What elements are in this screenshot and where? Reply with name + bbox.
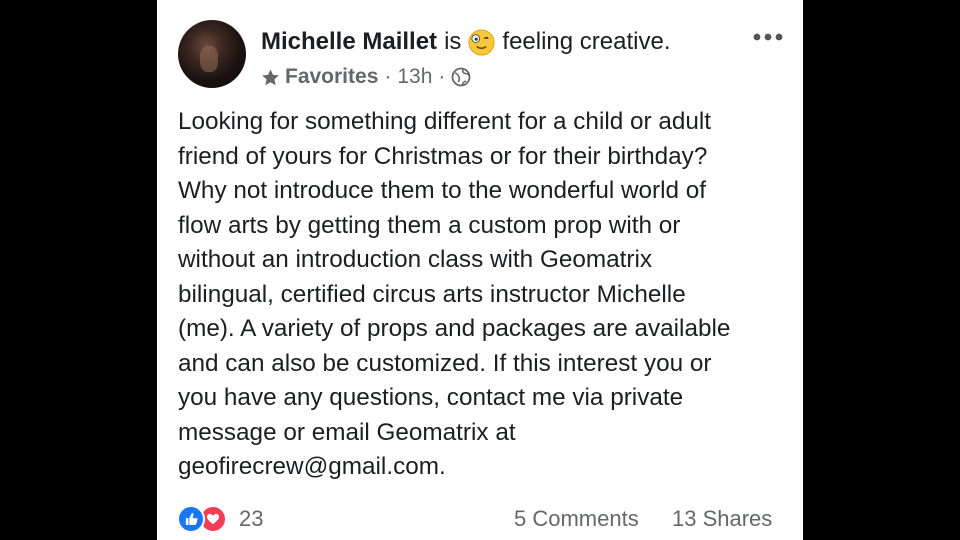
audience-label[interactable]: Favorites [285,65,378,89]
timestamp[interactable]: 13h [397,65,432,89]
meta-separator: · [384,65,392,88]
meta-separator: · [438,65,446,88]
shares-count[interactable]: 13 Shares [672,506,772,532]
author-name[interactable]: Michelle Maillet [261,28,437,56]
facebook-post: Michelle Maillet is feeling creative. Fa… [157,0,803,540]
post-body-line: you have any questions, contact me via p… [178,384,684,411]
post-body-line: without an introduction class with Geoma… [178,246,653,273]
reactions-summary[interactable]: 23 [177,504,263,534]
post-body-line: bilingual, certified circus arts instruc… [178,280,686,308]
reaction-count: 23 [239,506,264,531]
star-icon [262,68,279,85]
post-body-line: (me). A variety of props and packages ar… [178,315,731,342]
post-body-line: flow arts by getting them a custom prop … [178,211,681,239]
post-body-line: Looking for something different for a ch… [178,108,712,135]
globe-icon[interactable] [451,67,471,87]
post-body-line: message or email Geomatrix at [178,418,516,446]
post-body: Looking for something different for a ch… [178,105,788,485]
like-icon [177,505,205,533]
is-word: is [444,28,462,55]
post-body-line: and can also be customized. If this inte… [178,349,712,377]
post-headline: Michelle Maillet is feeling creative. [261,28,671,56]
comments-count[interactable]: 5 Comments [514,506,639,532]
post-footer: 23 5 Comments 13 Shares [177,504,783,536]
post-body-line: Why not introduce them to the wonderful … [178,177,707,204]
more-dots-icon[interactable] [751,22,785,52]
smiling-emoji-icon [468,28,495,56]
post-meta: Favorites · 13h · [261,65,471,89]
avatar[interactable] [178,20,246,88]
feeling-text[interactable]: feeling creative. [502,28,670,56]
post-body-line: friend of yours for Christmas or for the… [178,142,708,170]
post-body-line: geofirecrew@gmail.com. [178,453,446,480]
